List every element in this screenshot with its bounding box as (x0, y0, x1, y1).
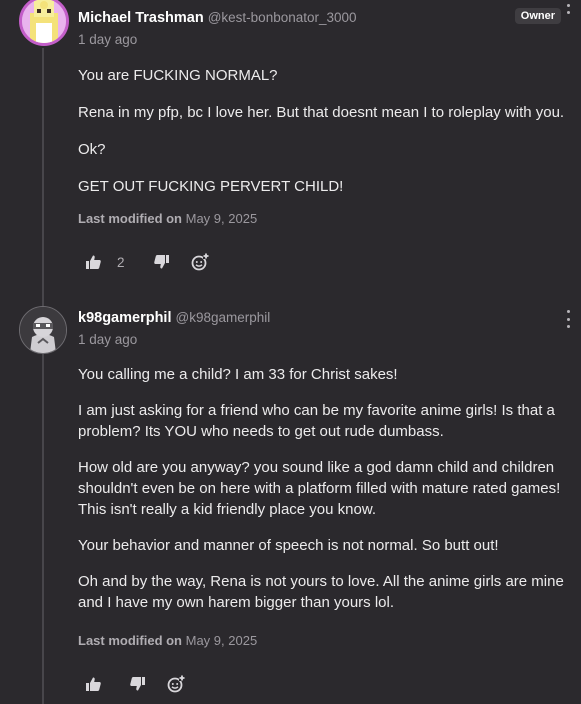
comment-actions (86, 674, 185, 694)
more-vertical-icon[interactable] (564, 0, 572, 14)
comment-body: You are FUCKING NORMAL? Rena in my pfp, … (78, 65, 569, 213)
comment-body: You calling me a child? I am 33 for Chri… (78, 364, 569, 628)
comment-paragraph: Ok? (78, 141, 106, 158)
author-handle[interactable]: @k98gamerphil (176, 310, 271, 325)
comment-actions: 2 (86, 252, 209, 272)
last-modified-label: Last modified on (78, 633, 182, 648)
avatar[interactable] (19, 306, 67, 354)
comment-paragraph: Oh and by the way, Rena is not yours to … (78, 573, 564, 611)
comment-author[interactable]: k98gamerphil @k98gamerphil (78, 310, 270, 326)
comment-paragraph: You are FUCKING NORMAL? (78, 67, 278, 84)
dislike-button[interactable] (153, 255, 169, 269)
add-reaction-icon (167, 675, 185, 693)
like-button[interactable] (86, 677, 101, 691)
avatar[interactable] (19, 0, 69, 46)
more-vertical-icon[interactable] (564, 310, 572, 328)
comment-paragraph: You calling me a child? I am 33 for Chri… (78, 366, 398, 383)
author-name[interactable]: k98gamerphil (78, 310, 172, 326)
comment-paragraph: I am just asking for a friend who can be… (78, 402, 555, 440)
comment-timestamp: 1 day ago (78, 32, 138, 47)
last-modified-label: Last modified on (78, 211, 182, 226)
comment-paragraph: Rena in my pfp, bc I love her. But that … (78, 104, 565, 121)
comment-author[interactable]: Michael Trashman @kest-bonbonator_3000 (78, 10, 357, 26)
last-modified-date: May 9, 2025 (185, 211, 258, 226)
thread-line (42, 48, 44, 704)
thumbs-up-icon (86, 255, 101, 269)
last-modified-date: May 9, 2025 (185, 633, 258, 648)
like-count: 2 (117, 254, 125, 270)
last-modified: Last modified on May 9, 2025 (78, 633, 257, 648)
author-name[interactable]: Michael Trashman (78, 10, 204, 26)
comment-paragraph: How old are you anyway? you sound like a… (78, 459, 561, 518)
comment-paragraph: Your behavior and manner of speech is no… (78, 537, 499, 554)
add-reaction-icon (191, 253, 209, 271)
dislike-button[interactable] (130, 677, 145, 691)
thumbs-up-icon (86, 677, 101, 691)
like-button[interactable]: 2 (86, 255, 125, 270)
add-reaction-button[interactable] (167, 675, 185, 693)
author-handle[interactable]: @kest-bonbonator_3000 (208, 10, 357, 25)
thumbs-down-icon (130, 677, 145, 691)
comment-paragraph: GET OUT FUCKING PERVERT CHILD! (78, 178, 344, 195)
owner-badge: Owner (514, 8, 561, 24)
add-reaction-button[interactable] (191, 253, 209, 271)
comment-timestamp: 1 day ago (78, 332, 138, 347)
thumbs-down-icon (153, 255, 169, 269)
last-modified: Last modified on May 9, 2025 (78, 211, 257, 226)
